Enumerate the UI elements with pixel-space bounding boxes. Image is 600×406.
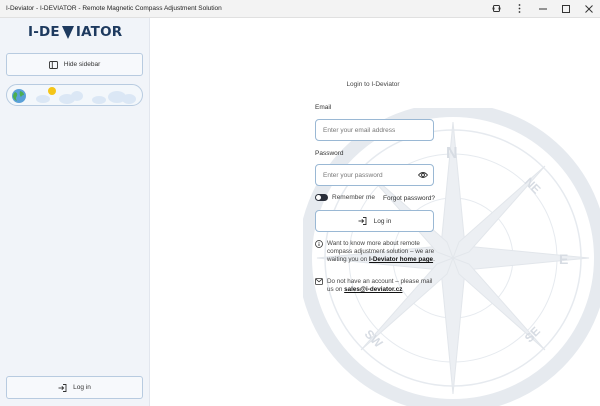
login-icon xyxy=(58,383,67,392)
sales-email-link[interactable]: sales@i-deviator.cz xyxy=(344,286,402,293)
hide-sidebar-button[interactable]: Hide sidebar xyxy=(6,53,143,76)
mail-icon xyxy=(315,278,323,285)
restore-icon[interactable] xyxy=(485,0,508,18)
toggle-switch[interactable] xyxy=(315,194,328,201)
close-icon[interactable] xyxy=(577,0,600,18)
compass-ne-label: NE xyxy=(522,175,544,197)
password-placeholder: Enter your password xyxy=(323,171,383,179)
logo-triangle-icon xyxy=(61,25,74,39)
more-icon[interactable] xyxy=(508,0,531,18)
info-icon xyxy=(315,240,323,248)
sun-icon xyxy=(48,87,56,95)
sidebar: I-DE IATOR Hide sidebar Log in xyxy=(0,18,150,406)
info-home-page: Want to know more about remote compass a… xyxy=(315,240,439,265)
logo-text-left: I-DE xyxy=(28,24,60,40)
home-page-link[interactable]: I-Deviator home page xyxy=(369,256,433,263)
sidebar-icon xyxy=(48,60,58,69)
login-button-label: Log in xyxy=(373,217,392,225)
password-field[interactable]: Enter your password xyxy=(315,164,434,186)
weather-widget xyxy=(6,84,143,106)
sidebar-login-label: Log in xyxy=(73,384,91,391)
maximize-icon[interactable] xyxy=(554,0,577,18)
email-label: Email xyxy=(315,104,332,111)
title-bar: I-Deviator - I-DEVIATOR - Remote Magneti… xyxy=(0,0,600,18)
password-label: Password xyxy=(315,150,344,157)
login-icon xyxy=(358,217,367,225)
eye-icon[interactable] xyxy=(418,171,428,179)
info-home-text-end: . xyxy=(433,256,435,264)
app-logo: I-DE IATOR xyxy=(28,24,122,40)
remember-me-label: Remember me xyxy=(332,194,375,201)
login-button[interactable]: Log in xyxy=(315,210,434,232)
compass-e-label: E xyxy=(559,251,568,267)
minimize-icon[interactable] xyxy=(531,0,554,18)
sidebar-login-button[interactable]: Log in xyxy=(6,376,143,399)
email-field[interactable]: Enter your email address xyxy=(315,119,434,141)
window-title: I-Deviator - I-DEVIATOR - Remote Magneti… xyxy=(6,5,222,12)
login-heading: Login to I-Deviator xyxy=(346,81,400,88)
hide-sidebar-label: Hide sidebar xyxy=(63,61,101,68)
info-account: Do not have an account – please mail us … xyxy=(315,278,439,294)
logo-text-right: IATOR xyxy=(75,24,123,40)
forgot-password-link[interactable]: Forgot password? xyxy=(383,195,435,202)
compass-n-label: N xyxy=(446,145,458,162)
remember-me-toggle[interactable]: Remember me xyxy=(315,194,375,201)
main-content: N NE E SE SW Login to I-Deviator Email E… xyxy=(151,18,600,406)
globe-icon xyxy=(12,89,26,103)
email-placeholder: Enter your email address xyxy=(323,126,396,134)
